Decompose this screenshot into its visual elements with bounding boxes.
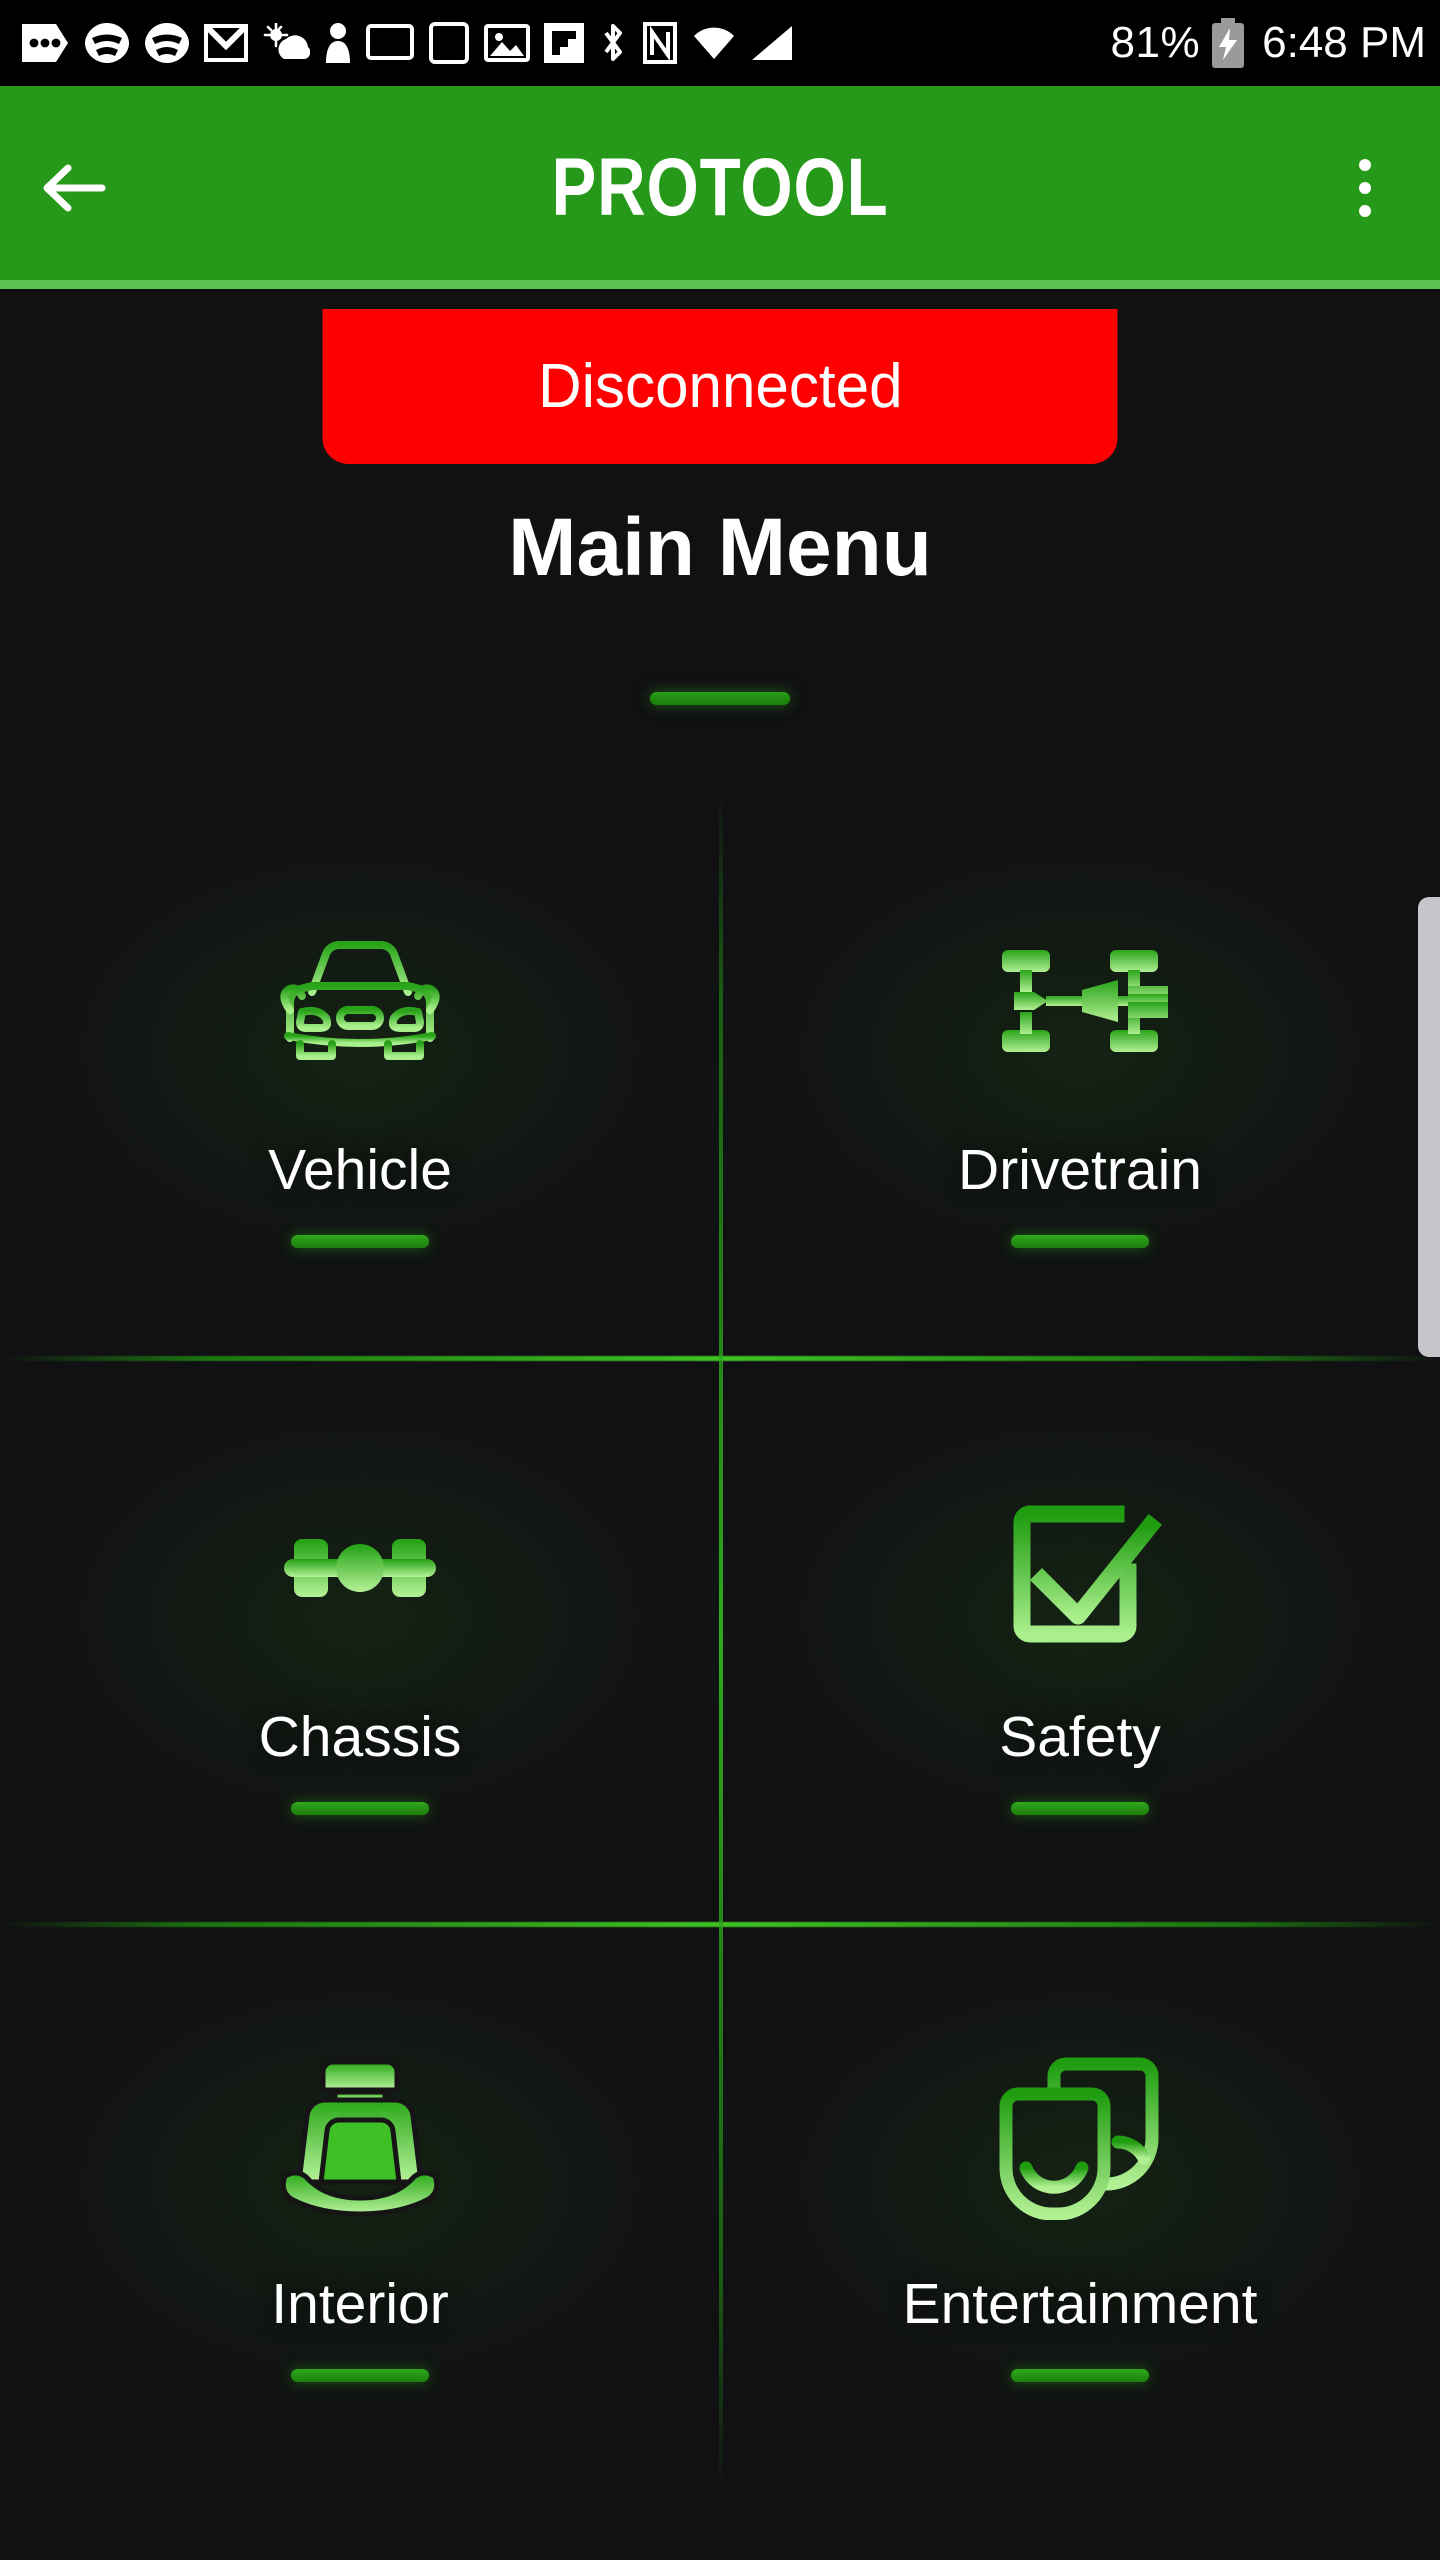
axle-icon xyxy=(260,1463,460,1673)
menu-item-underline xyxy=(1011,1801,1149,1815)
checkbox-check-icon xyxy=(980,1463,1180,1673)
back-arrow-icon xyxy=(43,164,106,211)
back-button[interactable] xyxy=(0,86,150,289)
menu-item-label: Drivetrain xyxy=(958,1138,1202,1203)
page-title: Main Menu xyxy=(508,502,932,593)
menu-item-chassis[interactable]: Chassis xyxy=(0,1355,720,1923)
status-bar: 81% 6:48 PM xyxy=(0,0,1440,86)
car-front-icon xyxy=(260,896,460,1106)
menu-item-label: Vehicle xyxy=(268,1138,452,1203)
menu-item-vehicle[interactable]: Vehicle xyxy=(0,789,720,1356)
menu-item-entertainment[interactable]: Entertainment xyxy=(720,1922,1440,2489)
battery-charging-icon xyxy=(1212,18,1245,68)
car-seat-icon xyxy=(265,2030,455,2240)
app-bar-underline xyxy=(0,280,1440,289)
monitor-icon xyxy=(366,24,414,60)
status-bar-icons-left xyxy=(18,21,1111,65)
monitor-icon-2 xyxy=(429,22,469,64)
menu-item-underline xyxy=(1011,2368,1149,2382)
menu-item-safety[interactable]: Safety xyxy=(720,1355,1440,1923)
scrollbar-thumb[interactable] xyxy=(1418,897,1440,1357)
wifi-icon xyxy=(85,23,129,63)
flipboard-icon xyxy=(544,23,584,63)
battery-percent: 81% xyxy=(1110,18,1201,67)
connection-status-badge[interactable]: Disconnected xyxy=(322,309,1118,464)
menu-item-underline xyxy=(1011,1235,1149,1249)
overflow-menu-icon xyxy=(1359,158,1371,171)
drivetrain-icon xyxy=(980,896,1180,1106)
menu-item-underline xyxy=(291,2368,429,2382)
menu-item-label: Chassis xyxy=(258,1704,462,1769)
clock-time: 6:48 PM xyxy=(1262,18,1426,67)
person-icon xyxy=(326,23,350,63)
menu-item-interior[interactable]: Interior xyxy=(0,1922,720,2489)
cell-signal-icon xyxy=(752,26,792,60)
menu-item-label: Safety xyxy=(999,1704,1161,1769)
overflow-menu-icon-dot3 xyxy=(1359,204,1371,217)
menu-item-underline xyxy=(291,1235,429,1249)
more-messages-icon xyxy=(22,24,68,62)
app-bar: PROTOOL xyxy=(0,86,1440,289)
menu-item-label: Interior xyxy=(271,2271,449,2336)
menu-grid: Vehicle Drivetrain Chassis Safety Interi… xyxy=(0,789,1440,2489)
theater-masks-icon xyxy=(980,2030,1180,2240)
connection-status-label: Disconnected xyxy=(537,351,903,421)
main-content: Disconnected Main Menu Vehicle Drivetrai… xyxy=(0,289,1440,2560)
wifi-signal-icon xyxy=(694,27,734,59)
overflow-menu-button[interactable] xyxy=(1290,86,1440,289)
wifi-icon-2 xyxy=(145,23,189,63)
gmail-icon xyxy=(204,24,248,62)
bluetooth-icon xyxy=(604,24,622,61)
app-title: PROTOOL xyxy=(551,141,889,233)
nfc-icon xyxy=(643,22,677,64)
status-bar-right: 81% 6:48 PM xyxy=(1111,18,1426,68)
overflow-menu-icon-dot2 xyxy=(1359,181,1371,194)
menu-item-underline xyxy=(291,1801,429,1815)
photo-icon xyxy=(484,24,530,62)
app-root: 81% 6:48 PM PROTOOL Disconnected Main Me… xyxy=(0,0,1440,2560)
menu-item-drivetrain[interactable]: Drivetrain xyxy=(720,789,1440,1356)
page-title-underline xyxy=(650,692,790,705)
weather-icon xyxy=(263,23,310,59)
menu-item-label: Entertainment xyxy=(902,2271,1258,2336)
